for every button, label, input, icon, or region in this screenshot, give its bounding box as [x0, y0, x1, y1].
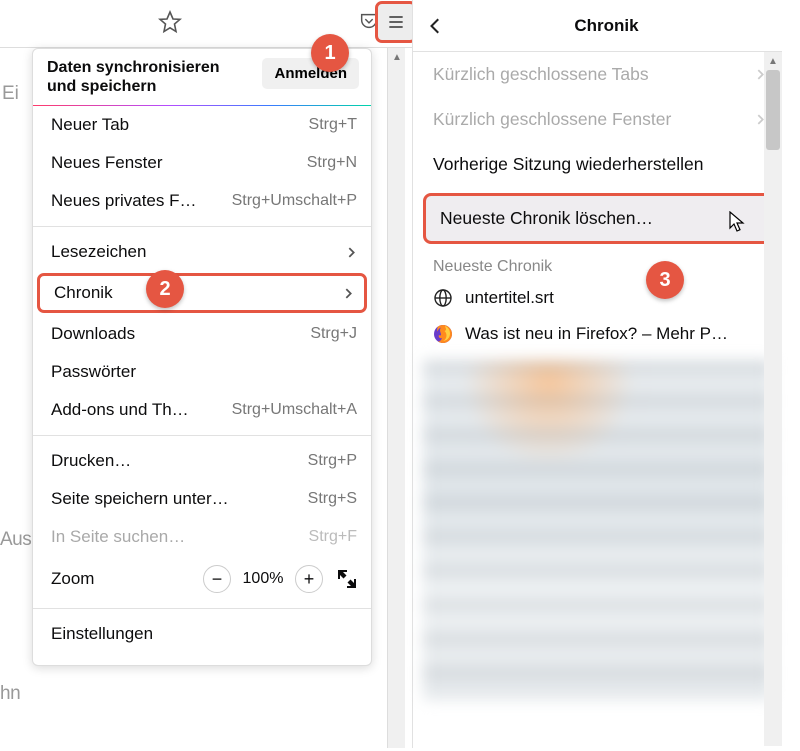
history-panel-title: Chronik: [445, 16, 768, 36]
menu-item-shortcut: Strg+N: [307, 154, 357, 172]
history-entry[interactable]: untertitel.srt: [413, 280, 782, 316]
history-clear-recent[interactable]: Neueste Chronik löschen…: [423, 193, 772, 244]
sync-label: Daten synchronisieren und speichern: [47, 58, 247, 96]
menu-item-save-page[interactable]: Seite speichern unter… Strg+S: [33, 480, 371, 518]
zoom-in-button[interactable]: +: [295, 565, 323, 593]
menu-item-find-in-page: In Seite suchen… Strg+F: [33, 518, 371, 556]
separator: [33, 608, 371, 609]
scroll-up-arrow-icon[interactable]: ▲: [764, 52, 782, 70]
menu-item-label: In Seite suchen…: [51, 527, 185, 547]
callout-badge-1: 1: [311, 34, 349, 72]
menu-item-label: Neues privates F…: [51, 191, 197, 211]
chevron-right-icon: [343, 288, 354, 299]
background-text-ei: Ei: [2, 83, 19, 105]
zoom-value: 100%: [241, 570, 285, 588]
history-recently-closed-windows: Kürzlich geschlossene Fenster: [413, 97, 782, 142]
callout-badge-3: 3: [646, 261, 684, 299]
menu-item-label: Neuer Tab: [51, 115, 129, 135]
menu-item-label: Vorherige Sitzung wiederherstellen: [433, 154, 703, 175]
menu-item-passwords[interactable]: Passwörter: [33, 353, 371, 391]
menu-item-label: Downloads: [51, 324, 135, 344]
history-panel: Chronik Kürzlich geschlossene Tabs Kürzl…: [412, 0, 782, 748]
mouse-cursor-icon: [729, 211, 747, 233]
menu-item-shortcut: Strg+S: [308, 490, 357, 508]
history-entry[interactable]: Was ist neu in Firefox? – Mehr P…: [413, 316, 782, 352]
history-panel-scrollbar[interactable]: ▲: [764, 52, 782, 746]
app-menu-panel: Daten synchronisieren und speichern Anme…: [32, 48, 372, 666]
scrollbar-thumb[interactable]: [766, 70, 780, 150]
menu-item-label: Seite speichern unter…: [51, 489, 229, 509]
menu-item-downloads[interactable]: Downloads Strg+J: [33, 315, 371, 353]
menu-item-label: Kürzlich geschlossene Tabs: [433, 64, 649, 85]
history-entry-label: untertitel.srt: [465, 288, 554, 308]
menu-item-label: Chronik: [54, 283, 113, 303]
menu-item-label: Kürzlich geschlossene Fenster: [433, 109, 671, 130]
menu-item-label: Einstellungen: [51, 624, 153, 644]
menu-item-history[interactable]: Chronik: [37, 273, 367, 313]
hamburger-menu-button[interactable]: [375, 1, 417, 43]
menu-item-bookmarks[interactable]: Lesezeichen: [33, 233, 371, 271]
zoom-out-button[interactable]: −: [203, 565, 231, 593]
history-restore-session[interactable]: Vorherige Sitzung wiederherstellen: [413, 142, 782, 187]
globe-icon: [433, 288, 453, 308]
menu-item-label: Add-ons und Th…: [51, 400, 189, 420]
background-text-aus: Aus: [0, 529, 31, 551]
scroll-up-arrow-icon[interactable]: ▲: [388, 48, 406, 66]
content-scrollbar[interactable]: ▲: [387, 48, 405, 748]
menu-item-label: Lesezeichen: [51, 242, 146, 262]
menu-item-zoom: Zoom − 100% +: [33, 556, 371, 602]
blurred-history-area: [423, 360, 772, 700]
menu-item-settings[interactable]: Einstellungen: [33, 615, 371, 653]
menu-item-print[interactable]: Drucken… Strg+P: [33, 442, 371, 480]
menu-item-new-private-window[interactable]: Neues privates F… Strg+Umschalt+P: [33, 182, 371, 220]
firefox-icon: [433, 324, 453, 344]
menu-item-shortcut: Strg+Umschalt+A: [232, 401, 357, 419]
zoom-label: Zoom: [51, 569, 193, 589]
history-section-label: Neueste Chronik: [413, 248, 782, 280]
menu-item-shortcut: Strg+T: [309, 116, 357, 134]
background-text-hn: hn: [0, 683, 20, 705]
fullscreen-icon[interactable]: [337, 569, 357, 589]
menu-item-label: Passwörter: [51, 362, 136, 382]
bookmark-star-icon[interactable]: [158, 10, 182, 34]
callout-badge-2: 2: [146, 270, 184, 308]
separator: [33, 226, 371, 227]
chevron-right-icon: [346, 247, 357, 258]
toolbar: [0, 0, 420, 48]
menu-item-shortcut: Strg+P: [308, 452, 357, 470]
menu-item-shortcut: Strg+Umschalt+P: [232, 192, 357, 210]
menu-item-label: Neues Fenster: [51, 153, 163, 173]
separator: [33, 435, 371, 436]
back-button[interactable]: [427, 17, 445, 35]
menu-item-new-window[interactable]: Neues Fenster Strg+N: [33, 144, 371, 182]
menu-item-addons[interactable]: Add-ons und Th… Strg+Umschalt+A: [33, 391, 371, 429]
history-recently-closed-tabs: Kürzlich geschlossene Tabs: [413, 52, 782, 97]
history-entry-label: Was ist neu in Firefox? – Mehr P…: [465, 324, 728, 344]
history-panel-header: Chronik: [413, 0, 782, 52]
menu-item-shortcut: Strg+F: [309, 528, 357, 546]
menu-item-new-tab[interactable]: Neuer Tab Strg+T: [33, 106, 371, 144]
menu-item-shortcut: Strg+J: [310, 325, 357, 343]
menu-item-label: Neueste Chronik löschen…: [440, 208, 653, 229]
menu-item-label: Drucken…: [51, 451, 131, 471]
